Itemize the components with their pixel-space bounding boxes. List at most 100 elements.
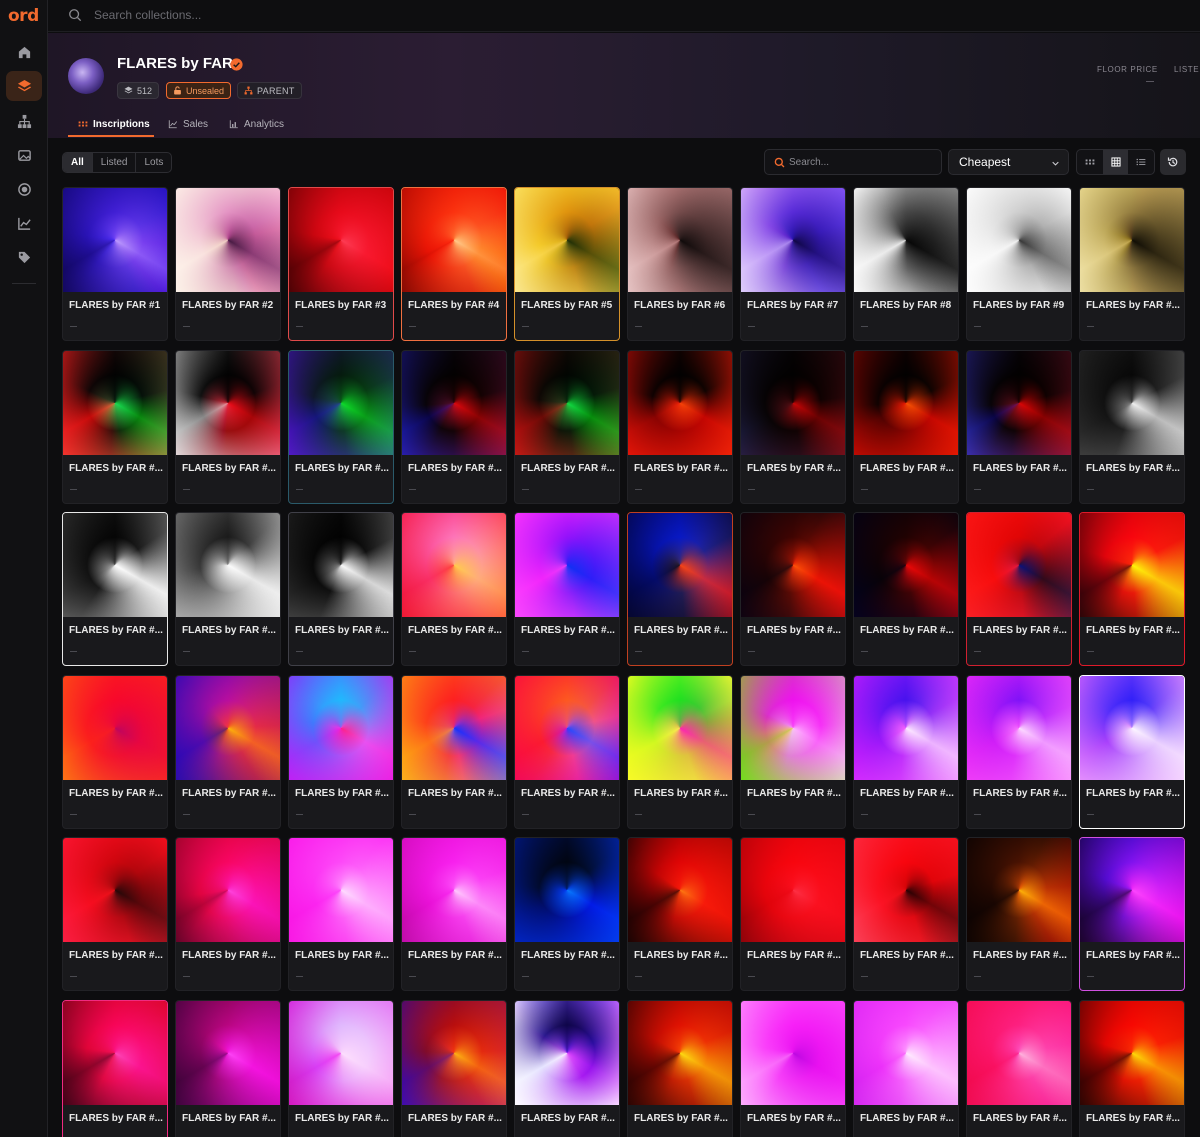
nav-explore[interactable] (6, 174, 42, 204)
sort-dropdown[interactable]: Cheapest (948, 149, 1069, 175)
inscription-card[interactable]: FLARES by FAR #... (740, 349, 846, 504)
inscription-card[interactable]: FLARES by FAR #... (175, 999, 281, 1137)
inscription-card[interactable]: FLARES by FAR #... (966, 512, 1072, 666)
view-list-button[interactable] (1128, 150, 1154, 174)
inscription-card[interactable]: FLARES by FAR #... (740, 837, 846, 991)
tab-analytics[interactable]: Analytics (229, 113, 284, 135)
inscription-card[interactable]: FLARES by FAR #... (627, 349, 733, 504)
filter-lots[interactable]: Lots (136, 153, 171, 172)
inscription-card[interactable]: FLARES by FAR #7 (740, 187, 846, 341)
inscription-card[interactable]: FLARES by FAR #... (853, 674, 959, 829)
inscription-image (515, 675, 619, 780)
inscription-card[interactable]: FLARES by FAR #... (62, 349, 168, 504)
nav-tags[interactable] (6, 242, 42, 272)
inscription-search-input[interactable] (789, 154, 934, 170)
inscription-card[interactable]: FLARES by FAR #5 (514, 187, 620, 341)
inscription-card[interactable]: FLARES by FAR #... (627, 674, 733, 829)
inscription-card[interactable]: FLARES by FAR #... (175, 349, 281, 504)
inscription-card[interactable]: FLARES by FAR #... (401, 999, 507, 1137)
inscription-card[interactable]: FLARES by FAR #... (1079, 837, 1185, 991)
inscription-image (402, 188, 506, 292)
collection-search-input[interactable] (94, 5, 494, 25)
view-grid-button[interactable] (1102, 150, 1129, 174)
inscription-card[interactable]: FLARES by FAR #... (401, 837, 507, 991)
inscription-card[interactable]: FLARES by FAR #4 (401, 187, 507, 341)
inscription-card[interactable]: FLARES by FAR #... (966, 349, 1072, 504)
inscription-card[interactable]: FLARES by FAR #2 (175, 187, 281, 341)
inscription-card[interactable]: FLARES by FAR #... (1079, 349, 1185, 504)
inscription-card[interactable]: FLARES by FAR #... (627, 512, 733, 666)
inscription-card[interactable]: FLARES by FAR #8 (853, 187, 959, 341)
inscription-card[interactable]: FLARES by FAR #... (288, 349, 394, 504)
inscription-card[interactable]: FLARES by FAR #... (62, 837, 168, 991)
inscription-card[interactable]: FLARES by FAR #... (853, 349, 959, 504)
inscription-card[interactable]: FLARES by FAR #... (175, 837, 281, 991)
inscription-card[interactable]: FLARES by FAR #6 (627, 187, 733, 341)
inscription-card[interactable]: FLARES by FAR #3 (288, 187, 394, 341)
inscription-card[interactable]: FLARES by FAR #... (966, 674, 1072, 829)
inscription-price (183, 326, 190, 327)
nav-hierarchy[interactable] (6, 106, 42, 136)
unsealed-badge[interactable]: Unsealed (166, 82, 232, 99)
inscription-image (515, 350, 619, 455)
tab-sales[interactable]: Sales (168, 113, 208, 135)
tab-inscriptions[interactable]: Inscriptions (78, 113, 150, 135)
inscription-card[interactable]: FLARES by FAR #... (288, 674, 394, 829)
inscription-price (1087, 488, 1094, 490)
inscription-card[interactable]: FLARES by FAR #... (853, 837, 959, 991)
inscription-card[interactable]: FLARES by FAR #... (514, 349, 620, 504)
inscription-card[interactable]: FLARES by FAR #... (175, 512, 281, 666)
inscription-card[interactable]: FLARES by FAR #... (740, 512, 846, 666)
inscription-card[interactable]: FLARES by FAR #... (966, 837, 1072, 991)
inscription-card[interactable]: FLARES by FAR #... (514, 837, 620, 991)
inscription-card[interactable]: FLARES by FAR #... (627, 999, 733, 1137)
inscription-card[interactable]: FLARES by FAR #... (288, 999, 394, 1137)
inscription-price (1087, 813, 1094, 815)
inscription-card[interactable]: FLARES by FAR #... (740, 999, 846, 1137)
nav-gallery[interactable] (6, 140, 42, 170)
filter-listed[interactable]: Listed (93, 153, 137, 172)
inscription-image (176, 350, 280, 455)
filter-all[interactable]: All (63, 153, 93, 172)
inscription-name: FLARES by FAR #... (747, 1112, 841, 1124)
inscription-name: FLARES by FAR #... (408, 462, 502, 474)
inscription-card[interactable]: FLARES by FAR #... (288, 512, 394, 666)
inscription-price (296, 976, 303, 977)
inscription-card[interactable]: FLARES by FAR #... (514, 999, 620, 1137)
inscription-price (70, 326, 77, 327)
inscription-name: FLARES by FAR #... (634, 462, 728, 474)
nav-home[interactable] (6, 37, 42, 67)
inscription-card[interactable]: FLARES by FAR #... (1079, 512, 1185, 666)
inscription-card[interactable]: FLARES by FAR #... (853, 999, 959, 1137)
inscription-card[interactable]: FLARES by FAR #... (514, 512, 620, 666)
inscription-card[interactable]: FLARES by FAR #... (1079, 674, 1185, 829)
nav-charts[interactable] (6, 208, 42, 238)
inscription-card[interactable]: FLARES by FAR #... (62, 512, 168, 666)
inscription-name: FLARES by FAR #... (69, 1112, 163, 1124)
ord-logo[interactable]: ord (8, 6, 39, 26)
inscription-card[interactable]: FLARES by FAR #... (288, 837, 394, 991)
inscription-card[interactable]: FLARES by FAR #9 (966, 187, 1072, 341)
inscription-card[interactable]: FLARES by FAR #... (627, 837, 733, 991)
inscription-card[interactable]: FLARES by FAR #... (401, 512, 507, 666)
nav-collections[interactable] (6, 71, 42, 101)
inscription-card[interactable]: FLARES by FAR #... (62, 999, 168, 1137)
verified-icon (230, 58, 243, 71)
inscription-card[interactable]: FLARES by FAR #... (401, 349, 507, 504)
inscription-price (296, 813, 303, 815)
inscription-card[interactable]: FLARES by FAR #... (1079, 999, 1185, 1137)
inscription-card[interactable]: FLARES by FAR #... (175, 674, 281, 829)
inscription-card[interactable]: FLARES by FAR #1 (62, 187, 168, 341)
inscription-card[interactable]: FLARES by FAR #... (966, 999, 1072, 1137)
history-button[interactable] (1160, 149, 1186, 175)
inscription-card[interactable]: FLARES by FAR #... (1079, 187, 1185, 341)
inscription-card[interactable]: FLARES by FAR #... (740, 674, 846, 829)
inscription-card[interactable]: FLARES by FAR #... (401, 674, 507, 829)
view-compact-button[interactable] (1077, 150, 1103, 174)
inscription-card[interactable]: FLARES by FAR #... (514, 674, 620, 829)
inscription-card[interactable]: FLARES by FAR #... (853, 512, 959, 666)
inscription-card[interactable]: FLARES by FAR #... (62, 674, 168, 829)
inscription-image (63, 188, 167, 292)
parent-badge[interactable]: PARENT (237, 82, 302, 99)
inscription-image (402, 513, 506, 617)
